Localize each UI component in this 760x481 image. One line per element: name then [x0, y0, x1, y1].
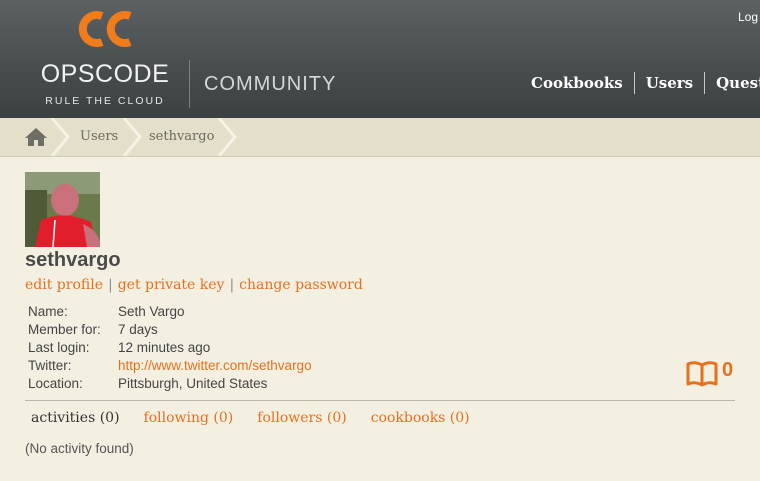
breadcrumb-separator-icon [217, 118, 237, 156]
detail-row-last-login: Last login: 12 minutes ago [28, 339, 312, 357]
tab-activities[interactable]: activities (0) [31, 410, 120, 426]
profile-actions: edit profile | get private key | change pass… [25, 277, 363, 293]
detail-row-twitter: Twitter: http://www.twitter.com/sethvargo [28, 357, 312, 375]
tab-following[interactable]: following (0) [144, 410, 234, 426]
nav-cookbooks[interactable]: Cookbooks [520, 74, 634, 92]
detail-row-name: Name: Seth Vargo [28, 303, 312, 321]
action-separator: | [107, 277, 113, 293]
cookbook-count[interactable]: 0 [722, 359, 733, 382]
profile-username: sethvargo [25, 249, 121, 271]
header-divider [189, 60, 190, 108]
twitter-link[interactable]: http://www.twitter.com/sethvargo [118, 357, 312, 375]
nav-users[interactable]: Users [635, 74, 704, 92]
breadcrumb-current-user: sethvargo [149, 129, 215, 144]
detail-label: Twitter: [28, 358, 72, 373]
site-header: OPSCODE RULE THE CLOUD COMMUNITY Log Coo… [0, 0, 760, 118]
breadcrumb-users[interactable]: Users [80, 129, 118, 144]
breadcrumb-separator-icon [122, 118, 142, 156]
detail-label: Member for: [28, 322, 101, 337]
detail-label: Last login: [28, 340, 90, 355]
get-private-key-link[interactable]: get private key [118, 277, 225, 293]
opscode-logo-icon[interactable] [72, 10, 138, 48]
detail-value: 7 days [118, 322, 158, 337]
detail-label: Name: [28, 304, 68, 319]
detail-label: Location: [28, 376, 83, 391]
main-nav: Cookbooks Users Questio [520, 72, 760, 94]
detail-value: 12 minutes ago [118, 340, 211, 355]
detail-value: Seth Vargo [118, 304, 185, 319]
tab-cookbooks[interactable]: cookbooks (0) [371, 410, 470, 426]
activity-tabs: activities (0) following (0) followers (… [31, 410, 494, 426]
action-separator: | [229, 277, 235, 293]
home-icon[interactable] [24, 127, 48, 147]
detail-row-location: Location: Pittsburgh, United States [28, 375, 312, 393]
change-password-link[interactable]: change password [239, 277, 363, 293]
profile-details: Name: Seth Vargo Member for: 7 days Last l… [28, 303, 312, 393]
nav-questions[interactable]: Questio [705, 74, 760, 92]
book-icon[interactable] [686, 359, 718, 387]
section-divider [25, 400, 735, 401]
brand-name[interactable]: OPSCODE [30, 60, 180, 89]
detail-value: Pittsburgh, United States [118, 376, 268, 391]
section-title[interactable]: COMMUNITY [204, 73, 336, 96]
tab-followers[interactable]: followers (0) [257, 410, 346, 426]
brand-tagline: RULE THE CLOUD [45, 95, 165, 107]
empty-activity-message: (No activity found) [25, 441, 134, 456]
breadcrumb-separator-icon [50, 118, 70, 156]
login-link[interactable]: Log [738, 10, 758, 24]
detail-row-member-for: Member for: 7 days [28, 321, 312, 339]
edit-profile-link[interactable]: edit profile [25, 277, 103, 293]
avatar [25, 172, 100, 247]
